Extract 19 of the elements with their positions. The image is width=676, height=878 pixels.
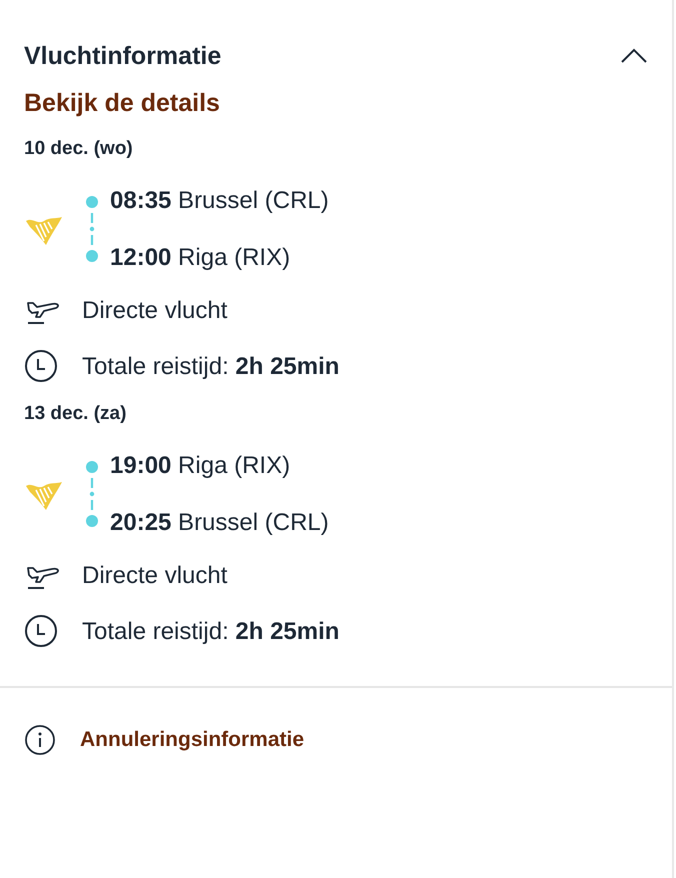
flight-date: 13 dec. (za)	[24, 402, 128, 426]
collapse-button[interactable]	[620, 48, 648, 64]
departure-arrival-time: 08:35 Brussel (CRL)	[110, 186, 329, 216]
section-title: Vluchtinformatie	[24, 41, 222, 72]
departure-arrival-time: 20:25 Brussel (CRL)	[110, 508, 329, 538]
timeline-drawing	[84, 460, 100, 528]
timeline-drawing	[84, 195, 100, 263]
flight-date: 10 dec. (wo)	[24, 137, 134, 161]
cancellation-info-link[interactable]: Annuleringsinformatie	[80, 728, 304, 752]
stop-info: Directe vlucht	[82, 561, 228, 591]
travel-duration: Totale reistijd: 2h 25min	[82, 616, 340, 646]
info-icon	[24, 724, 56, 756]
departure-arrival-time: 19:00 Riga (RIX)	[110, 451, 292, 481]
clock-icon	[24, 349, 58, 383]
departure-arrival-time: 12:00 Riga (RIX)	[110, 243, 292, 273]
clock-icon	[24, 614, 58, 648]
details-link[interactable]: Bekijk de details	[24, 88, 220, 118]
stop-info: Directe vlucht	[82, 296, 228, 326]
travel-duration: Totale reistijd: 2h 25min	[82, 352, 340, 382]
